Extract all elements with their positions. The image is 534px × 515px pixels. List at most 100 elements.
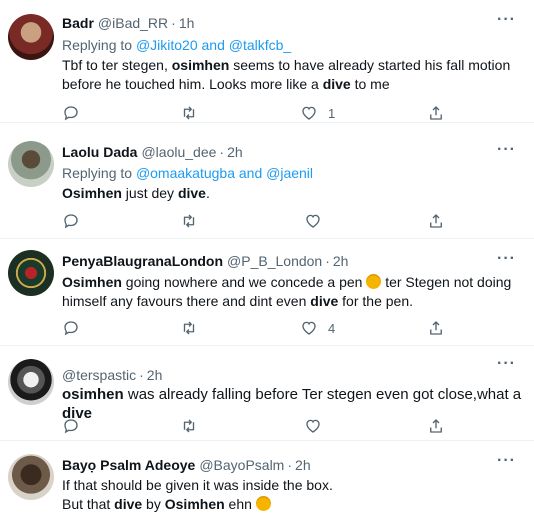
highlight: dive <box>177 185 206 201</box>
text-span: for the pen. <box>338 293 413 309</box>
more-options-icon[interactable]: ··· <box>497 355 516 373</box>
text-span: Tbf to ter stegen, <box>62 57 172 73</box>
action-bar <box>62 416 452 436</box>
like-count: 1 <box>328 105 336 121</box>
heart-icon <box>302 321 316 335</box>
reply-icon <box>64 321 78 336</box>
retweet-icon <box>183 106 195 120</box>
tweet[interactable]: Bayọ Psalm Adeoye @BayoPsalm · 2h ··· If th… <box>0 441 534 515</box>
reply-icon <box>64 106 78 121</box>
timestamp[interactable]: 1h <box>179 15 195 31</box>
separator-dot: · <box>287 457 293 473</box>
share-button[interactable] <box>427 318 445 338</box>
replying-to-users[interactable]: @omaakatugba and @jaenil <box>136 165 313 181</box>
highlight: Osimhen <box>62 274 122 290</box>
avatar[interactable] <box>8 141 54 187</box>
action-bar: 1 <box>62 103 452 123</box>
retweet-button[interactable] <box>180 103 198 123</box>
text-span: just dey <box>121 185 178 201</box>
like-count: 4 <box>328 320 336 336</box>
reply-icon <box>64 214 78 229</box>
tweet-text: Tbf to ter stegen, osimhen seems to have… <box>62 56 522 94</box>
reply-button[interactable] <box>62 318 80 338</box>
like-button[interactable]: 4 <box>300 318 335 338</box>
text-line: If that should be given it was inside th… <box>62 477 333 493</box>
timestamp[interactable]: 2h <box>147 367 163 383</box>
more-options-icon[interactable]: ··· <box>497 141 516 159</box>
separator-dot: · <box>171 15 176 31</box>
highlight: osimhen <box>171 57 230 73</box>
retweet-icon <box>183 214 195 228</box>
tweet[interactable]: PenyaBlaugranaLondon @P_B_London · 2h ··· O… <box>0 239 534 346</box>
reply-button[interactable] <box>62 103 80 123</box>
action-bar <box>62 211 452 231</box>
retweet-button[interactable] <box>180 416 198 436</box>
avatar[interactable] <box>8 359 54 405</box>
like-button[interactable]: 1 <box>300 103 335 123</box>
heart-icon <box>306 419 320 433</box>
highlight: Osimhen <box>164 496 225 512</box>
retweet-button[interactable] <box>180 211 198 231</box>
highlight: osimhen <box>62 386 124 403</box>
reply-button[interactable] <box>62 416 80 436</box>
text-span: by <box>142 496 165 512</box>
author-handle[interactable]: @laolu_dee <box>141 144 216 160</box>
more-options-icon[interactable]: ··· <box>497 452 516 470</box>
like-button[interactable] <box>304 211 332 231</box>
author-handle[interactable]: @BayoPsalm <box>199 457 284 473</box>
retweet-icon <box>183 321 195 335</box>
text-span: was already falling before Ter stegen ev… <box>123 386 522 403</box>
avatar[interactable] <box>8 454 54 500</box>
share-button[interactable] <box>427 211 445 231</box>
heart-icon <box>306 214 320 228</box>
crying-face-emoji <box>366 274 382 289</box>
author-handle[interactable]: @iBad_RR <box>98 15 168 31</box>
text-span: But that <box>62 496 115 512</box>
replying-to: Replying to @Jikito20 and @talkfcb_ <box>62 37 291 53</box>
author-name[interactable]: Badr <box>62 15 94 31</box>
text-span: . <box>205 185 210 201</box>
separator-dot: · <box>325 253 330 269</box>
tweet-text: Osimhen just dey dive. <box>62 184 522 203</box>
timestamp[interactable]: 2h <box>227 144 243 160</box>
replying-to-users[interactable]: @Jikito20 and @talkfcb_ <box>136 37 291 53</box>
highlight: dive <box>114 496 143 512</box>
highlight: dive <box>322 76 351 92</box>
replying-to: Replying to @omaakatugba and @jaenil <box>62 165 313 181</box>
text-span: ehn <box>224 496 256 512</box>
tweet[interactable]: Badr @iBad_RR · 1h ··· Replying to @Jikito2… <box>0 0 534 123</box>
retweet-button[interactable] <box>180 318 198 338</box>
timestamp[interactable]: 2h <box>333 253 349 269</box>
share-icon <box>430 106 442 120</box>
text-line: But that dive by Osimhen ehn <box>62 495 522 514</box>
tweet-text: Osimhen going nowhere and we concede a p… <box>62 273 522 311</box>
share-button[interactable] <box>427 416 445 436</box>
replying-to-label: Replying to <box>62 165 133 181</box>
tweet-text: If that should be given it was inside th… <box>62 476 522 514</box>
more-options-icon[interactable]: ··· <box>497 11 516 29</box>
tweet[interactable]: Laolu Dada @laolu_dee · 2h ··· Replying to … <box>0 123 534 239</box>
reply-button[interactable] <box>62 211 80 231</box>
author-name[interactable]: Bayọ Psalm Adeoye <box>62 457 195 473</box>
like-button[interactable] <box>304 416 332 436</box>
separator-dot: · <box>219 144 225 160</box>
avatar[interactable] <box>8 250 54 296</box>
author-handle[interactable]: @terspastic <box>62 367 136 383</box>
author-handle[interactable]: @P_B_London <box>227 253 322 269</box>
share-icon <box>430 214 442 228</box>
share-icon <box>430 321 442 335</box>
share-button[interactable] <box>427 103 445 123</box>
share-icon <box>430 419 442 433</box>
reply-icon <box>64 419 78 434</box>
more-options-icon[interactable]: ··· <box>497 250 516 268</box>
highlight: Osimhen <box>62 185 122 201</box>
author-name[interactable]: PenyaBlaugranaLondon <box>62 253 223 269</box>
action-bar: 4 <box>62 318 452 338</box>
author-name[interactable]: Laolu Dada <box>62 144 137 160</box>
avatar[interactable] <box>8 14 54 60</box>
separator-dot: · <box>139 367 144 383</box>
timestamp[interactable]: 2h <box>295 457 311 473</box>
highlight: dive <box>310 293 339 309</box>
replying-to-label: Replying to <box>62 37 133 53</box>
tweet[interactable]: @terspastic · 2h ··· osimhen was already f… <box>0 346 534 441</box>
